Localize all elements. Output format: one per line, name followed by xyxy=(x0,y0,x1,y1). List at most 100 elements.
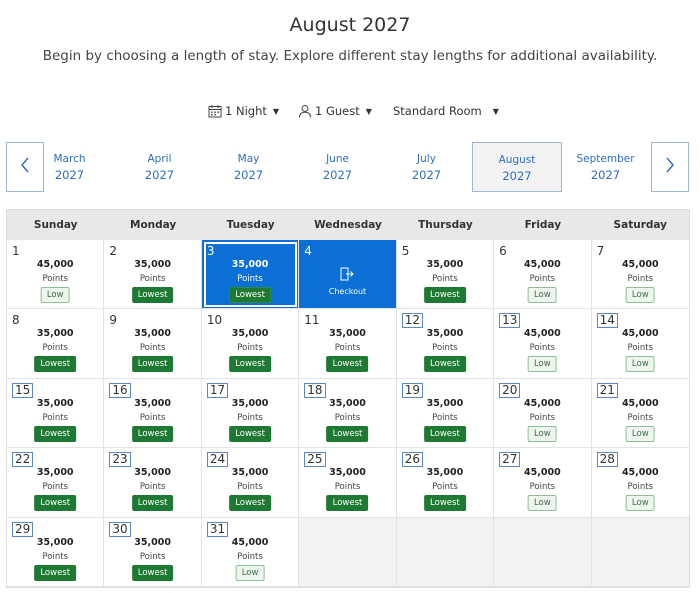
weekday-monday: Monday xyxy=(130,219,177,231)
price-level-badge: Lowest xyxy=(424,425,466,442)
day-cell-25[interactable]: 25 35,000 Points Lowest xyxy=(299,448,397,518)
weekday-friday: Friday xyxy=(524,219,562,231)
exit-door-icon xyxy=(339,266,355,285)
day-cell-7[interactable]: 7 45,000 Points Low xyxy=(591,240,689,310)
nights-dropdown[interactable]: 1 Night ▼ xyxy=(208,101,279,121)
day-cell-20[interactable]: 20 45,000 Points Low xyxy=(494,378,592,449)
points-value: 45,000 xyxy=(524,467,561,479)
day-cell-31[interactable]: 31 45,000 Points Low xyxy=(201,517,300,587)
points-label: Points xyxy=(237,412,263,423)
empty-day-cell xyxy=(494,517,592,587)
day-cell-23[interactable]: 23 35,000 Points Lowest xyxy=(104,448,202,518)
month-selector: March 2027 April 2027 May 2027 June 2027 July 202… xyxy=(0,142,700,192)
points-value: 35,000 xyxy=(134,397,171,409)
month-year: 2027 xyxy=(411,168,442,182)
points-value: 35,000 xyxy=(426,397,464,409)
month-tab-may[interactable]: May 2027 xyxy=(204,142,293,192)
points-value: 35,000 xyxy=(134,467,171,479)
day-cell-11[interactable]: 11 35,000 Points Lowest xyxy=(299,309,397,379)
day-cell-13[interactable]: 13 45,000 Points Low xyxy=(494,309,592,379)
day-number: 17 xyxy=(206,382,229,398)
weekday-tuesday: Tuesday xyxy=(226,219,275,231)
points-value: 35,000 xyxy=(36,397,74,409)
points-value: 35,000 xyxy=(36,467,74,479)
month-tab-april[interactable]: April 2027 xyxy=(115,142,204,192)
month-name: September xyxy=(576,153,635,165)
month-year: 2027 xyxy=(144,168,175,182)
day-number: 3 xyxy=(206,244,215,258)
guests-dropdown[interactable]: 1 Guest ▼ xyxy=(298,101,372,121)
day-cell-29[interactable]: 29 35,000 Points Lowest xyxy=(7,517,105,587)
day-number: 2 xyxy=(109,244,118,258)
calendar-grid: 1 45,000 Points Low 2 35,000 Points Lowest 3 35,0… xyxy=(7,240,689,587)
day-number: 9 xyxy=(109,313,118,328)
day-number: 8 xyxy=(12,313,20,328)
day-cell-30[interactable]: 30 35,000 Points Lowest xyxy=(104,517,202,587)
day-cell-17[interactable]: 17 35,000 Points Lowest xyxy=(201,378,300,449)
price-level-badge: Lowest xyxy=(131,287,174,303)
day-cell-28[interactable]: 28 45,000 Points Low xyxy=(591,448,689,518)
day-cell-10[interactable]: 10 35,000 Points Lowest xyxy=(201,309,300,379)
day-cell-8[interactable]: 8 35,000 Points Lowest xyxy=(7,309,105,379)
points-value: 35,000 xyxy=(426,467,464,479)
day-cell-19[interactable]: 19 35,000 Points Lowest xyxy=(396,378,495,449)
points-value: 45,000 xyxy=(524,328,561,340)
day-cell-12[interactable]: 12 35,000 Points Lowest xyxy=(396,309,495,379)
day-number: 20 xyxy=(499,382,521,398)
points-label: Points xyxy=(139,274,166,284)
room-type-dropdown[interactable]: Standard Room ▼ xyxy=(393,101,499,121)
chevron-down-icon: ▼ xyxy=(365,106,372,116)
day-cell-2[interactable]: 2 35,000 Points Lowest xyxy=(104,240,202,310)
day-cell-14[interactable]: 14 45,000 Points Low xyxy=(591,309,689,379)
month-year: 2027 xyxy=(233,168,264,182)
next-month-button[interactable] xyxy=(651,142,689,192)
day-cell-6[interactable]: 6 45,000 Points Low xyxy=(494,240,592,310)
day-number: 7 xyxy=(596,244,605,258)
month-tab-june[interactable]: June 2027 xyxy=(293,142,382,192)
price-level-badge: Lowest xyxy=(229,287,271,303)
price-level-badge: Low xyxy=(625,495,655,512)
month-tab-july[interactable]: July 2027 xyxy=(382,142,471,192)
day-number: 1 xyxy=(12,244,20,258)
day-cell-1[interactable]: 1 45,000 Points Low xyxy=(7,240,105,310)
points-value: 35,000 xyxy=(134,259,171,270)
guests-label: 1 Guest xyxy=(315,104,360,118)
points-label: Points xyxy=(237,343,263,354)
day-number: 22 xyxy=(12,452,34,468)
month-tab-march[interactable]: March 2027 xyxy=(25,142,114,192)
day-cell-4[interactable]: 4 Checkout xyxy=(299,240,397,310)
day-cell-9[interactable]: 9 35,000 Points Lowest xyxy=(104,309,202,379)
day-cell-22[interactable]: 22 35,000 Points Lowest xyxy=(7,448,105,518)
points-label: Points xyxy=(42,551,68,562)
month-name: August xyxy=(498,154,536,166)
day-cell-16[interactable]: 16 35,000 Points Lowest xyxy=(104,378,202,449)
points-value: 45,000 xyxy=(36,259,74,270)
day-cell-24[interactable]: 24 35,000 Points Lowest xyxy=(201,448,300,518)
day-cell-15[interactable]: 15 35,000 Points Lowest xyxy=(7,378,105,449)
price-level-badge: Low xyxy=(527,495,557,512)
empty-day-cell xyxy=(591,517,689,587)
points-label: Points xyxy=(237,482,263,493)
day-cell-18[interactable]: 18 35,000 Points Lowest xyxy=(299,378,397,449)
price-level-badge: Lowest xyxy=(131,425,174,442)
nights-label: 1 Night xyxy=(225,104,267,118)
day-cell-5[interactable]: 5 35,000 Points Lowest xyxy=(396,240,495,310)
points-value: 45,000 xyxy=(524,259,561,270)
day-number: 29 xyxy=(12,521,34,537)
day-cell-3[interactable]: 3 35,000 Points Lowest xyxy=(201,240,300,310)
points-value: 35,000 xyxy=(36,328,74,340)
weekday-saturday: Saturday xyxy=(613,219,667,231)
month-tab-august[interactable]: August 2027 xyxy=(472,142,562,192)
month-tab-september[interactable]: September 2027 xyxy=(561,142,650,192)
price-level-badge: Lowest xyxy=(424,495,466,512)
day-cell-21[interactable]: 21 45,000 Points Low xyxy=(591,378,689,449)
points-label: Points xyxy=(529,412,556,423)
price-level-badge: Lowest xyxy=(424,287,466,303)
points-label: Points xyxy=(237,274,263,284)
chevron-down-icon: ▼ xyxy=(272,106,280,116)
day-cell-26[interactable]: 26 35,000 Points Lowest xyxy=(396,448,495,518)
day-number: 15 xyxy=(12,382,34,398)
points-value: 35,000 xyxy=(426,259,464,270)
price-level-badge: Low xyxy=(625,356,655,373)
day-cell-27[interactable]: 27 45,000 Points Low xyxy=(494,448,592,518)
